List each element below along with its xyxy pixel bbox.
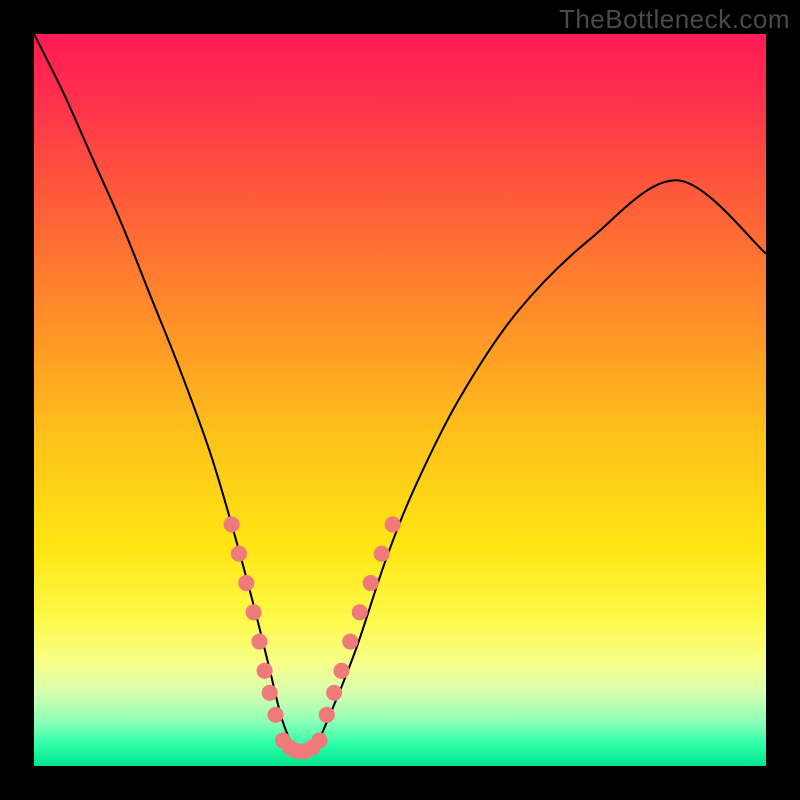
- curve-layer: [34, 34, 766, 766]
- marker-dot: [374, 546, 390, 562]
- marker-dot: [342, 634, 358, 650]
- marker-dot: [238, 575, 254, 591]
- marker-dot: [363, 575, 379, 591]
- markers-right: [319, 516, 401, 722]
- watermark-text: TheBottleneck.com: [559, 4, 790, 35]
- bottleneck-curve: [34, 34, 766, 755]
- markers-bottom: [275, 732, 328, 759]
- marker-dot: [246, 604, 262, 620]
- marker-dot: [326, 685, 342, 701]
- marker-dot: [257, 663, 273, 679]
- marker-dot: [224, 516, 240, 532]
- marker-dot: [385, 516, 401, 532]
- marker-dot: [333, 663, 349, 679]
- marker-dot: [262, 685, 278, 701]
- plot-area: [34, 34, 766, 766]
- marker-dot: [268, 707, 284, 723]
- marker-dot: [231, 546, 247, 562]
- marker-dot: [319, 707, 335, 723]
- markers-left: [224, 516, 284, 722]
- marker-dot: [352, 604, 368, 620]
- marker-dot: [251, 634, 267, 650]
- marker-dot: [311, 732, 327, 748]
- chart-frame: TheBottleneck.com: [0, 0, 800, 800]
